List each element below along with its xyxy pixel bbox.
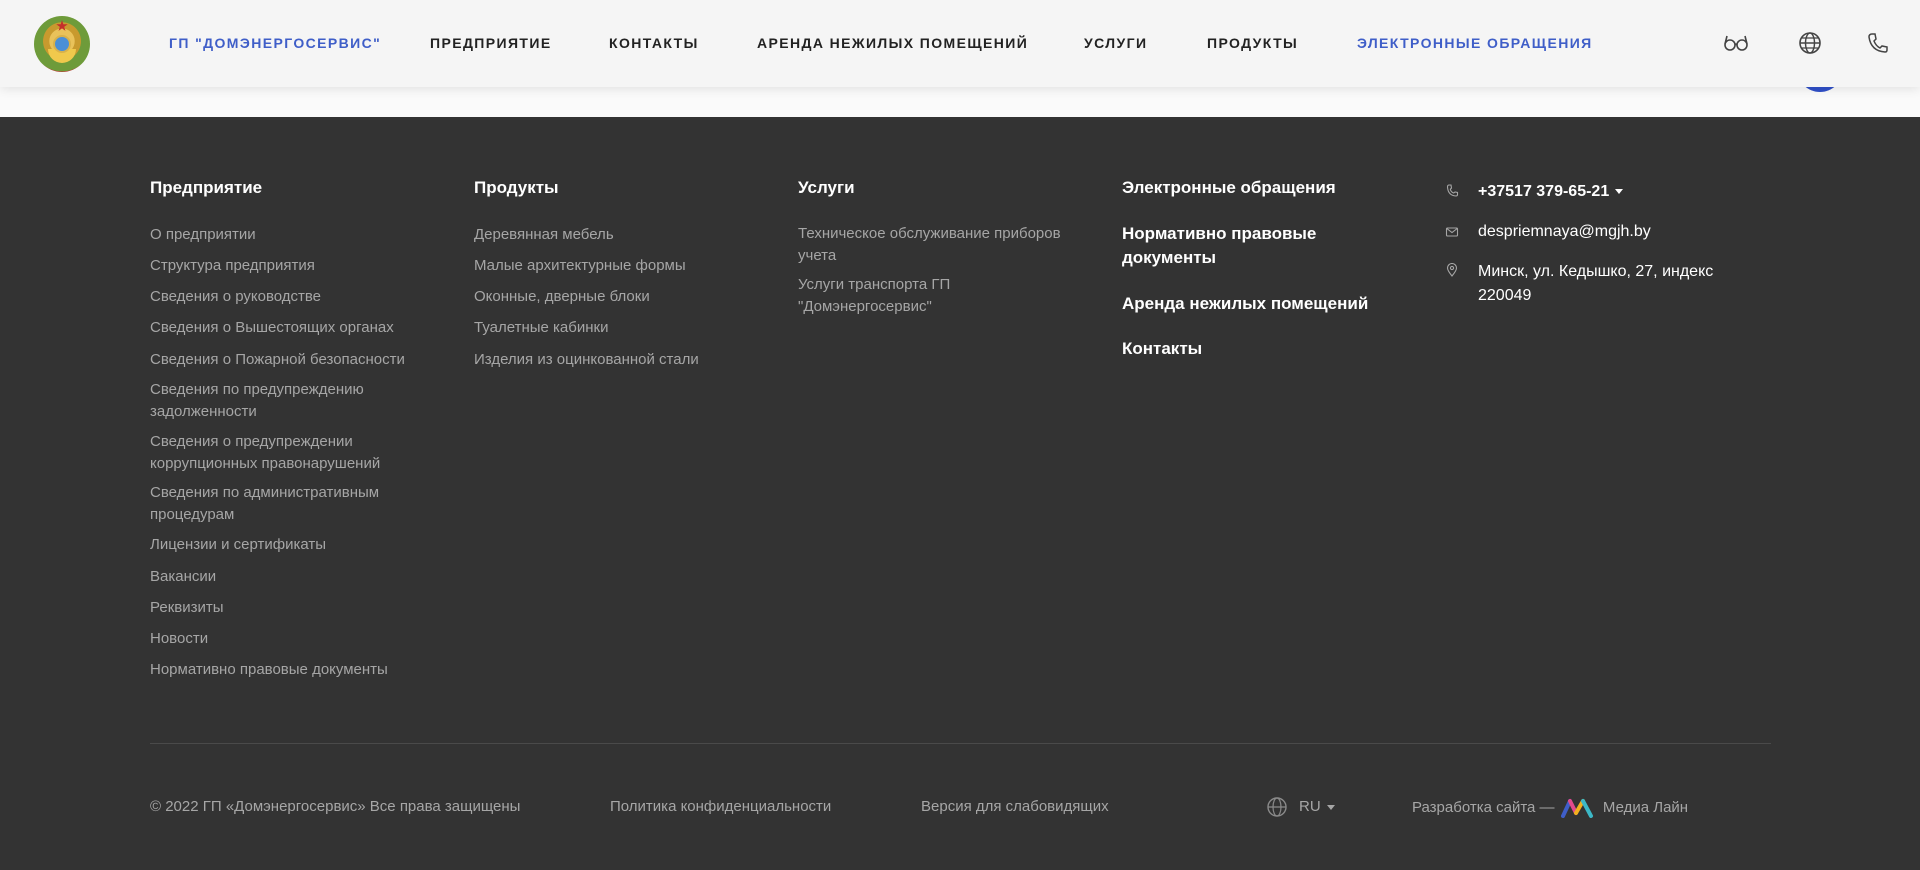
- emblem-logo[interactable]: [34, 16, 90, 72]
- footer-services-title[interactable]: Услуги: [798, 178, 855, 198]
- site-header: ГП "ДОМЭНЕРГОСЕРВИС" ПРЕДПРИЯТИЕ КОНТАКТ…: [0, 0, 1920, 87]
- phone-icon[interactable]: [1865, 30, 1891, 56]
- developer-prefix: Разработка сайта —: [1412, 798, 1555, 816]
- footer-link[interactable]: Вакансии: [150, 566, 430, 588]
- footer-enterprise-title[interactable]: Предприятие: [150, 178, 262, 198]
- phone-icon: [1446, 184, 1459, 197]
- footer-link[interactable]: О предприятии: [150, 224, 430, 246]
- footer-link[interactable]: Услуги транспорта ГП "Домэнергосервис": [798, 274, 1018, 318]
- footer-link[interactable]: Изделия из оцинкованной стали: [474, 349, 764, 371]
- footer-products-title[interactable]: Продукты: [474, 178, 559, 198]
- footer-link[interactable]: Нормативно правовые документы: [150, 659, 430, 681]
- footer-rent-link[interactable]: Аренда нежилых помещений: [1122, 292, 1422, 316]
- accessibility-version-link[interactable]: Версия для слабовидящих: [921, 798, 1109, 815]
- chevron-down-icon[interactable]: [1615, 189, 1624, 195]
- footer-link[interactable]: Сведения о руководстве: [150, 286, 430, 308]
- footer-link[interactable]: Сведения о Пожарной безопасности: [150, 349, 440, 371]
- footer-phone[interactable]: +37517 379-65-21: [1478, 180, 1624, 204]
- mail-icon: [1445, 227, 1459, 237]
- nav-company-name[interactable]: ГП "ДОМЭНЕРГОСЕРВИС": [169, 35, 381, 51]
- globe-icon[interactable]: [1797, 30, 1823, 56]
- footer-copyright: © 2022 ГП «Домэнергосервис» Все права за…: [150, 798, 521, 815]
- footer-link[interactable]: Структура предприятия: [150, 255, 430, 277]
- language-selector[interactable]: RU: [1299, 798, 1335, 815]
- nav-rent[interactable]: АРЕНДА НЕЖИЛЫХ ПОМЕЩЕНИЙ: [757, 35, 1028, 51]
- footer-address: Минск, ул. Кедышко, 27, индекс 220049: [1478, 263, 1714, 304]
- chevron-down-icon[interactable]: [1326, 804, 1335, 810]
- language-label[interactable]: RU: [1299, 798, 1321, 815]
- footer-link[interactable]: Малые архитектурные формы: [474, 255, 754, 277]
- footer-link[interactable]: Техническое обслуживание приборов учета: [798, 223, 1093, 267]
- footer-link[interactable]: Сведения о Вышестоящих органах: [150, 317, 430, 339]
- footer-link[interactable]: Деревянная мебель: [474, 224, 754, 246]
- nav-contacts[interactable]: КОНТАКТЫ: [609, 35, 699, 51]
- footer-link[interactable]: Лицензии и сертификаты: [150, 534, 430, 556]
- footer-link[interactable]: Оконные, дверные блоки: [474, 286, 754, 308]
- emblem-globe: [53, 35, 71, 53]
- footer-link[interactable]: Сведения по административным процедурам: [150, 482, 420, 526]
- header-spacer: [0, 87, 1920, 117]
- footer-contacts-link[interactable]: Контакты: [1122, 337, 1322, 361]
- footer-link[interactable]: Сведения о предупреждении коррупционных …: [150, 431, 420, 475]
- footer-link[interactable]: Туалетные кабинки: [474, 317, 754, 339]
- glasses-icon[interactable]: [1723, 30, 1749, 56]
- emblem-star: [56, 20, 68, 31]
- privacy-policy-link[interactable]: Политика конфиденциальности: [610, 798, 831, 815]
- footer-link[interactable]: Сведения по предупреждению задолженности: [150, 379, 410, 423]
- footer-legal-docs-link[interactable]: Нормативно правовые документы: [1122, 222, 1352, 270]
- developer-name[interactable]: Медиа Лайн: [1603, 799, 1688, 816]
- nav-e-appeals[interactable]: ЭЛЕКТРОННЫЕ ОБРАЩЕНИЯ: [1357, 35, 1593, 51]
- footer-email[interactable]: despriemnaya@mgjh.by: [1478, 220, 1651, 244]
- footer-link[interactable]: Новости: [150, 628, 430, 650]
- location-pin-icon: [1446, 263, 1458, 277]
- developer-credit[interactable]: Разработка сайта — Медиа Лайн: [1412, 798, 1688, 818]
- footer-appeals-title[interactable]: Электронные обращения: [1122, 178, 1336, 198]
- globe-icon[interactable]: [1266, 796, 1288, 818]
- media-line-logo-icon: [1560, 799, 1593, 818]
- footer-link[interactable]: Реквизиты: [150, 597, 430, 619]
- nav-products[interactable]: ПРОДУКТЫ: [1207, 35, 1298, 51]
- nav-enterprise[interactable]: ПРЕДПРИЯТИЕ: [430, 35, 552, 51]
- nav-services[interactable]: УСЛУГИ: [1084, 35, 1147, 51]
- footer-phone-number[interactable]: +37517 379-65-21: [1478, 183, 1609, 200]
- footer-divider: [150, 743, 1771, 744]
